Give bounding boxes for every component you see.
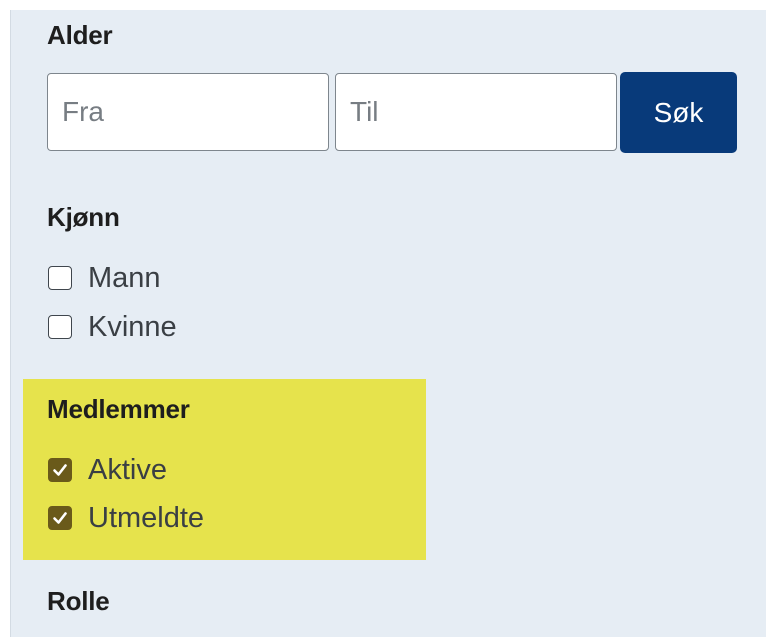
checkbox-utmeldte[interactable] [48,506,72,530]
age-to-input[interactable] [335,73,617,151]
checkbox-mann[interactable] [48,266,72,290]
checkbox-aktive[interactable] [48,458,72,482]
search-button[interactable]: Søk [620,72,737,153]
checkmark-icon [53,464,67,476]
gender-option-mann[interactable]: Mann [48,261,161,294]
option-label-utmeldte: Utmeldte [88,501,205,534]
members-heading: Medlemmer [47,394,190,424]
role-heading: Rolle [47,586,110,616]
members-option-aktive[interactable]: Aktive [48,453,167,486]
checkbox-kvinne[interactable] [48,315,72,339]
age-from-input[interactable] [47,73,329,151]
option-label-kvinne: Kvinne [88,310,177,343]
members-option-utmeldte[interactable]: Utmeldte [48,501,205,534]
option-label-mann: Mann [88,261,161,294]
gender-heading: Kjønn [47,202,120,232]
checkmark-icon [53,512,67,524]
age-heading: Alder [47,20,113,50]
gender-option-kvinne[interactable]: Kvinne [48,310,177,343]
option-label-aktive: Aktive [88,453,167,486]
